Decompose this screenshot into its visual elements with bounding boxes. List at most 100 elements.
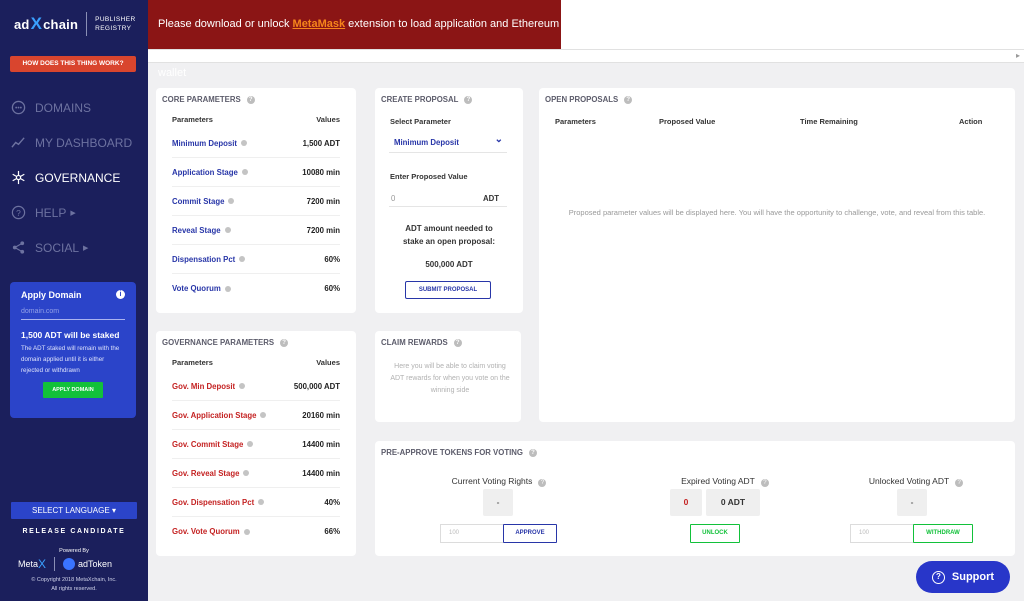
- table-row: Application Stage 10080 min: [172, 158, 340, 187]
- apply-domain-button[interactable]: APPLY DOMAIN: [43, 382, 103, 398]
- unlock-button[interactable]: UNLOCK: [690, 524, 740, 543]
- selected-parameter: Minimum Deposit: [394, 138, 459, 147]
- brand-sub-line1: PUBLISHER: [95, 16, 136, 23]
- sidebar-item-social[interactable]: SOCIAL ▶: [0, 230, 148, 265]
- approve-amount-input[interactable]: 100: [440, 524, 504, 543]
- copyright-line1: © Copyright 2018 MetaXchain, Inc.: [31, 577, 117, 583]
- info-icon: [240, 140, 247, 147]
- table-row: Commit Stage 7200 min: [172, 187, 340, 216]
- parameter-value: 14400 min: [302, 468, 340, 478]
- help-icon[interactable]: ?: [464, 95, 473, 104]
- parameter-name[interactable]: Vote Quorum: [172, 284, 231, 293]
- help-icon[interactable]: ?: [453, 338, 462, 347]
- horizontal-scrollbar[interactable]: ▸: [148, 49, 1024, 63]
- parameter-name[interactable]: Application Stage: [172, 168, 248, 177]
- help-icon[interactable]: ?: [528, 448, 537, 457]
- card-title: OPEN PROPOSALS?: [545, 95, 633, 104]
- approve-button[interactable]: APPROVE: [503, 524, 557, 543]
- question-icon: ?: [931, 570, 945, 584]
- info-icon: [241, 169, 248, 176]
- parameter-value: 1,500 ADT: [302, 138, 340, 148]
- table-header: Parameters Values: [172, 115, 340, 129]
- withdraw-button[interactable]: WITHDRAW: [913, 524, 973, 543]
- chevron-down-icon: ⌄: [494, 134, 503, 145]
- metax-logo-x: X: [38, 557, 47, 571]
- core-parameters-card: CORE PARAMETERS? Parameters Values Minimu…: [156, 88, 356, 313]
- sidebar-item-label: MY DASHBOARD: [35, 135, 133, 150]
- core-parameters-table: Parameters Values Minimum Deposit 1,500 AD…: [172, 115, 340, 303]
- info-icon: [243, 528, 250, 535]
- metax-logo-text: Meta: [18, 559, 39, 569]
- unlocked-voting-section: Unlocked Voting ADT?: [826, 471, 1006, 489]
- unit-label: ADT: [482, 194, 499, 203]
- support-button[interactable]: ? Support: [916, 561, 1010, 593]
- sidebar-item-domains[interactable]: DOMAINS: [0, 90, 148, 125]
- parameters-column-header: Parameters: [172, 358, 213, 367]
- select-language-button[interactable]: SELECT LANGUAGE ▾: [11, 502, 137, 519]
- sidebar-item-dashboard[interactable]: MY DASHBOARD: [0, 125, 148, 160]
- table-row: Minimum Deposit 1,500 ADT: [172, 129, 340, 158]
- apply-domain-title: Apply Domain: [21, 290, 82, 300]
- info-icon: [239, 383, 246, 390]
- parameter-name-text: Gov. Dispensation Pct: [172, 497, 255, 507]
- help-icon[interactable]: ?: [280, 338, 289, 347]
- stake-requirement-line1: ADT amount needed to: [405, 224, 493, 233]
- brand-sub-line2: REGISTRY: [95, 25, 132, 32]
- copyright: © Copyright 2018 MetaXchain, Inc. All ri…: [0, 576, 148, 594]
- parameter-name[interactable]: Gov. Dispensation Pct: [172, 497, 265, 507]
- parameter-select[interactable]: Minimum Deposit ⌄: [389, 133, 507, 153]
- submit-proposal-button[interactable]: SUBMIT PROPOSAL: [405, 281, 491, 299]
- values-column-header: Values: [316, 115, 340, 124]
- parameter-name[interactable]: Gov. Reveal Stage: [172, 469, 250, 478]
- column-action: Action: [959, 117, 983, 126]
- parameter-value: 7200 min: [306, 196, 340, 206]
- pre-approve-card: PRE-APPROVE TOKENS FOR VOTING? Current V…: [375, 441, 1015, 556]
- table-row: Vote Quorum 60%: [172, 274, 340, 303]
- pre-approve-title: PRE-APPROVE TOKENS FOR VOTING: [381, 448, 523, 457]
- parameter-name[interactable]: Gov. Application Stage: [172, 411, 267, 420]
- parameter-name-text: Gov. Min Deposit: [172, 381, 236, 391]
- expired-voting-value: 0 ADT: [706, 489, 760, 516]
- parameter-name[interactable]: Gov. Commit Stage: [172, 439, 254, 449]
- parameters-column-header: Parameters: [172, 115, 213, 124]
- table-row: Gov. Reveal Stage 14400 min: [172, 459, 340, 488]
- help-icon[interactable]: ?: [760, 479, 769, 487]
- parameter-name[interactable]: Gov. Min Deposit: [172, 381, 246, 391]
- parameter-value: 10080 min: [302, 167, 340, 177]
- proposed-value-label: Enter Proposed Value: [390, 172, 468, 181]
- help-icon[interactable]: ?: [955, 479, 964, 487]
- help-icon[interactable]: ?: [538, 479, 547, 487]
- apply-domain-card: Apply Domain i domain.com 1,500 ADT will…: [10, 282, 136, 418]
- governance-icon: [12, 170, 25, 185]
- brand-x: X: [30, 14, 43, 33]
- info-icon: [228, 198, 235, 205]
- brand[interactable]: ad Xchain PUBLISHER REGISTRY: [0, 0, 148, 40]
- help-icon[interactable]: ?: [246, 95, 255, 104]
- scroll-right-icon[interactable]: ▸: [1016, 51, 1020, 60]
- domain-input[interactable]: domain.com: [21, 308, 125, 320]
- current-voting-rights-value: -: [483, 489, 513, 516]
- help-icon[interactable]: ?: [624, 95, 633, 104]
- sidebar-item-help[interactable]: ? HELP ▶: [0, 195, 148, 230]
- parameter-value: 66%: [324, 527, 340, 536]
- parameter-name[interactable]: Reveal Stage: [172, 226, 231, 235]
- how-does-this-work-button[interactable]: HOW DOES THIS THING WORK?: [10, 56, 136, 72]
- parameter-value: 14400 min: [302, 439, 340, 449]
- parameter-name[interactable]: Gov. Vote Quorum: [172, 527, 250, 536]
- parameter-name[interactable]: Commit Stage: [172, 197, 235, 206]
- sidebar-item-governance[interactable]: GOVERNANCE: [0, 160, 148, 195]
- info-icon[interactable]: i: [116, 290, 125, 299]
- share-icon: [12, 241, 25, 254]
- expired-voting-label: Expired Voting ADT: [681, 476, 755, 486]
- parameter-name[interactable]: Minimum Deposit: [172, 139, 247, 148]
- withdraw-amount-input[interactable]: 100: [850, 524, 914, 543]
- parameter-value: 20160 min: [302, 410, 340, 420]
- parameter-name[interactable]: Dispensation Pct: [172, 255, 246, 264]
- parameter-name-text: Gov. Commit Stage: [172, 439, 244, 449]
- sidebar-item-label: GOVERNANCE: [35, 170, 121, 185]
- empty-state-message: Proposed parameter values will be displa…: [568, 208, 986, 217]
- metamask-link[interactable]: MetaMask: [293, 18, 346, 30]
- info-icon: [247, 441, 254, 448]
- proposed-value-input[interactable]: 0 ADT: [389, 190, 507, 207]
- dashboard-icon: [11, 137, 25, 148]
